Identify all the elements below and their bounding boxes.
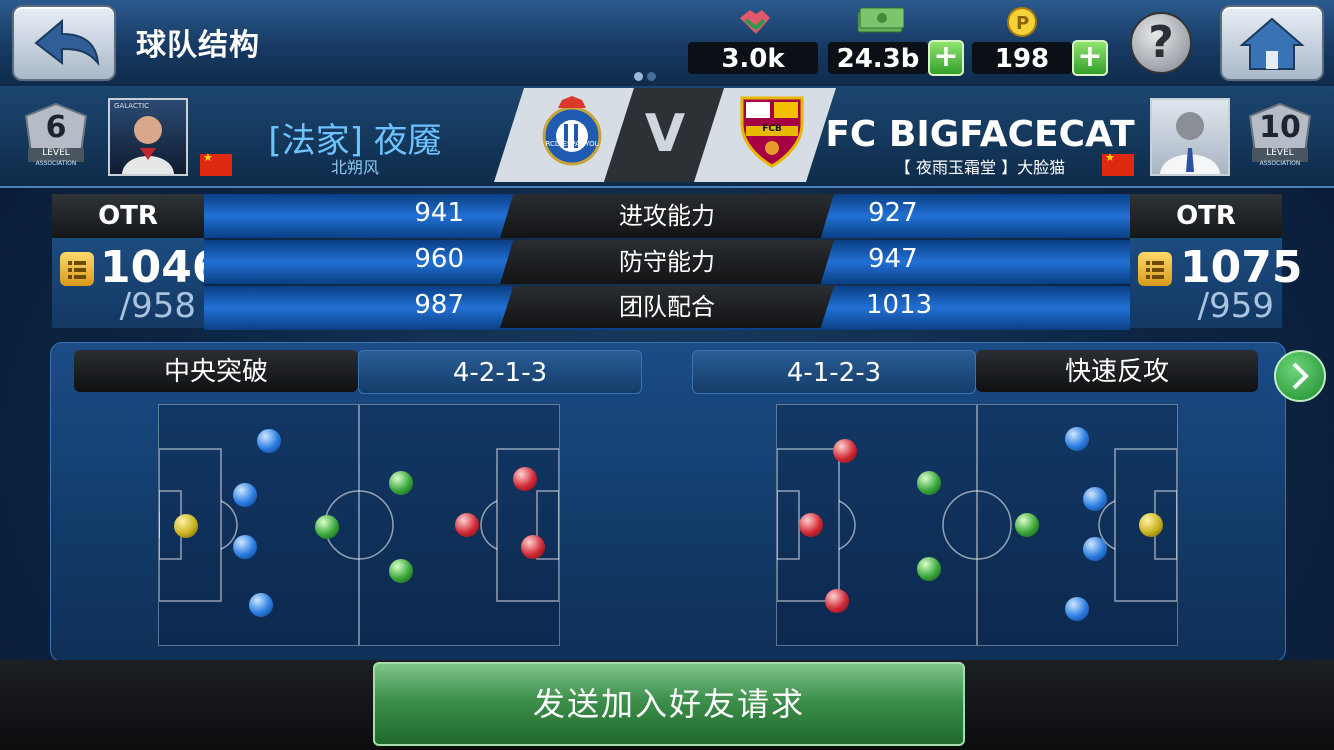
player2-level-number: 10 bbox=[1259, 110, 1301, 145]
vs-label: V bbox=[644, 104, 686, 164]
player2-otr-header: OTR bbox=[1130, 194, 1282, 238]
player2-otr-sub: /959 bbox=[1197, 286, 1274, 326]
tickets-value: 3.0k bbox=[688, 42, 818, 74]
coin-icon: P bbox=[1004, 4, 1040, 38]
player-marker-def bbox=[1083, 487, 1107, 511]
page-title: 球队结构 bbox=[136, 28, 260, 63]
player-marker-def bbox=[1065, 427, 1089, 451]
player-marker-fwd bbox=[513, 467, 537, 491]
player-marker-mid bbox=[1015, 513, 1039, 537]
player-marker-fwd bbox=[455, 513, 479, 537]
barcelona-crest-label: FCB bbox=[762, 124, 782, 134]
player-marker-mid bbox=[389, 471, 413, 495]
stat-label-teamwork: 团队配合 bbox=[500, 286, 834, 328]
back-arrow-icon bbox=[34, 18, 100, 67]
add-coins-button[interactable]: + bbox=[1072, 40, 1108, 76]
player2-formation-tab[interactable]: 4-1-2-3 bbox=[692, 350, 976, 394]
stat-label-attack: 进攻能力 bbox=[500, 194, 834, 238]
player2-name: FC BIGFACECAT bbox=[825, 114, 1135, 155]
help-button[interactable]: ? bbox=[1130, 12, 1192, 74]
player1-association-label: ASSOCIATION bbox=[35, 160, 77, 167]
china-flag-icon bbox=[1102, 151, 1134, 176]
player1-otr-sub: /958 bbox=[119, 286, 196, 326]
player-marker-def bbox=[1083, 537, 1107, 561]
player-marker-fwd bbox=[825, 589, 849, 613]
player-marker-fwd bbox=[833, 439, 857, 463]
player1-teamwork-value: 987 bbox=[414, 290, 464, 320]
money-value: 24.3b bbox=[828, 42, 928, 74]
player1-defense-value: 960 bbox=[414, 244, 464, 274]
player1-subtitle: 北朔风 bbox=[330, 158, 379, 177]
send-friend-request-button[interactable]: 发送加入好友请求 bbox=[373, 662, 965, 746]
svg-text:P: P bbox=[1016, 13, 1029, 34]
pitch-player2 bbox=[776, 404, 1178, 646]
player-marker-mid bbox=[917, 471, 941, 495]
home-icon bbox=[1239, 17, 1305, 70]
player-marker-mid bbox=[315, 515, 339, 539]
player2-defense-value: 947 bbox=[868, 244, 918, 274]
player1-avatar[interactable]: GALACTIC bbox=[108, 98, 188, 176]
player1-formation-tab[interactable]: 4-2-1-3 bbox=[358, 350, 642, 394]
espanyol-crest-label: RCD ESPANYOL bbox=[545, 140, 599, 148]
espanyol-crest-icon bbox=[540, 96, 604, 168]
add-money-button[interactable]: + bbox=[928, 40, 964, 76]
player-marker-mid bbox=[389, 559, 413, 583]
player1-level-number: 6 bbox=[45, 110, 67, 145]
player1-avatar-label: GALACTIC bbox=[114, 102, 150, 110]
player1-tactic-tab[interactable]: 中央突破 bbox=[74, 350, 358, 392]
cash-icon bbox=[856, 4, 905, 38]
player2-subtitle: 【 夜雨玉霜堂 】大脸猫 bbox=[894, 158, 1066, 177]
pitch-lines bbox=[150, 405, 560, 645]
page-dot bbox=[647, 72, 656, 81]
chevron-right-icon bbox=[1292, 362, 1309, 390]
page-indicator bbox=[634, 66, 660, 85]
handshake-icon bbox=[736, 4, 772, 38]
list-icon[interactable] bbox=[1138, 252, 1172, 286]
list-icon[interactable] bbox=[60, 252, 94, 286]
player-marker-def bbox=[233, 483, 257, 507]
player-marker-def bbox=[233, 535, 257, 559]
pitch-player1 bbox=[150, 404, 560, 646]
player2-attack-value: 927 bbox=[868, 198, 918, 228]
player1-level-label: LEVEL bbox=[42, 148, 70, 158]
player-marker-gk bbox=[174, 514, 198, 538]
player1-attack-value: 941 bbox=[414, 198, 464, 228]
home-button[interactable] bbox=[1220, 5, 1324, 81]
next-button[interactable] bbox=[1274, 350, 1326, 402]
player1-otr-header: OTR bbox=[52, 194, 204, 238]
player-marker-gk bbox=[1139, 513, 1163, 537]
player2-level-label: LEVEL bbox=[1266, 148, 1294, 158]
player2-tactic-tab[interactable]: 快速反攻 bbox=[976, 350, 1258, 392]
page-dot-active bbox=[634, 72, 643, 81]
player2-teamwork-value: 1013 bbox=[866, 290, 933, 320]
player-marker-fwd bbox=[799, 513, 823, 537]
player-marker-fwd bbox=[521, 535, 545, 559]
manager-silhouette-icon bbox=[1160, 112, 1220, 174]
player-marker-def bbox=[249, 593, 273, 617]
coins-value: 198 bbox=[972, 42, 1072, 74]
player-marker-def bbox=[257, 429, 281, 453]
player-portrait-icon bbox=[122, 116, 174, 174]
player2-avatar[interactable] bbox=[1150, 98, 1230, 176]
player-marker-def bbox=[1065, 597, 1089, 621]
back-button[interactable] bbox=[12, 5, 116, 81]
stat-label-defense: 防守能力 bbox=[500, 240, 834, 284]
player2-association-label: ASSOCIATION bbox=[1259, 160, 1301, 167]
player-marker-mid bbox=[917, 557, 941, 581]
